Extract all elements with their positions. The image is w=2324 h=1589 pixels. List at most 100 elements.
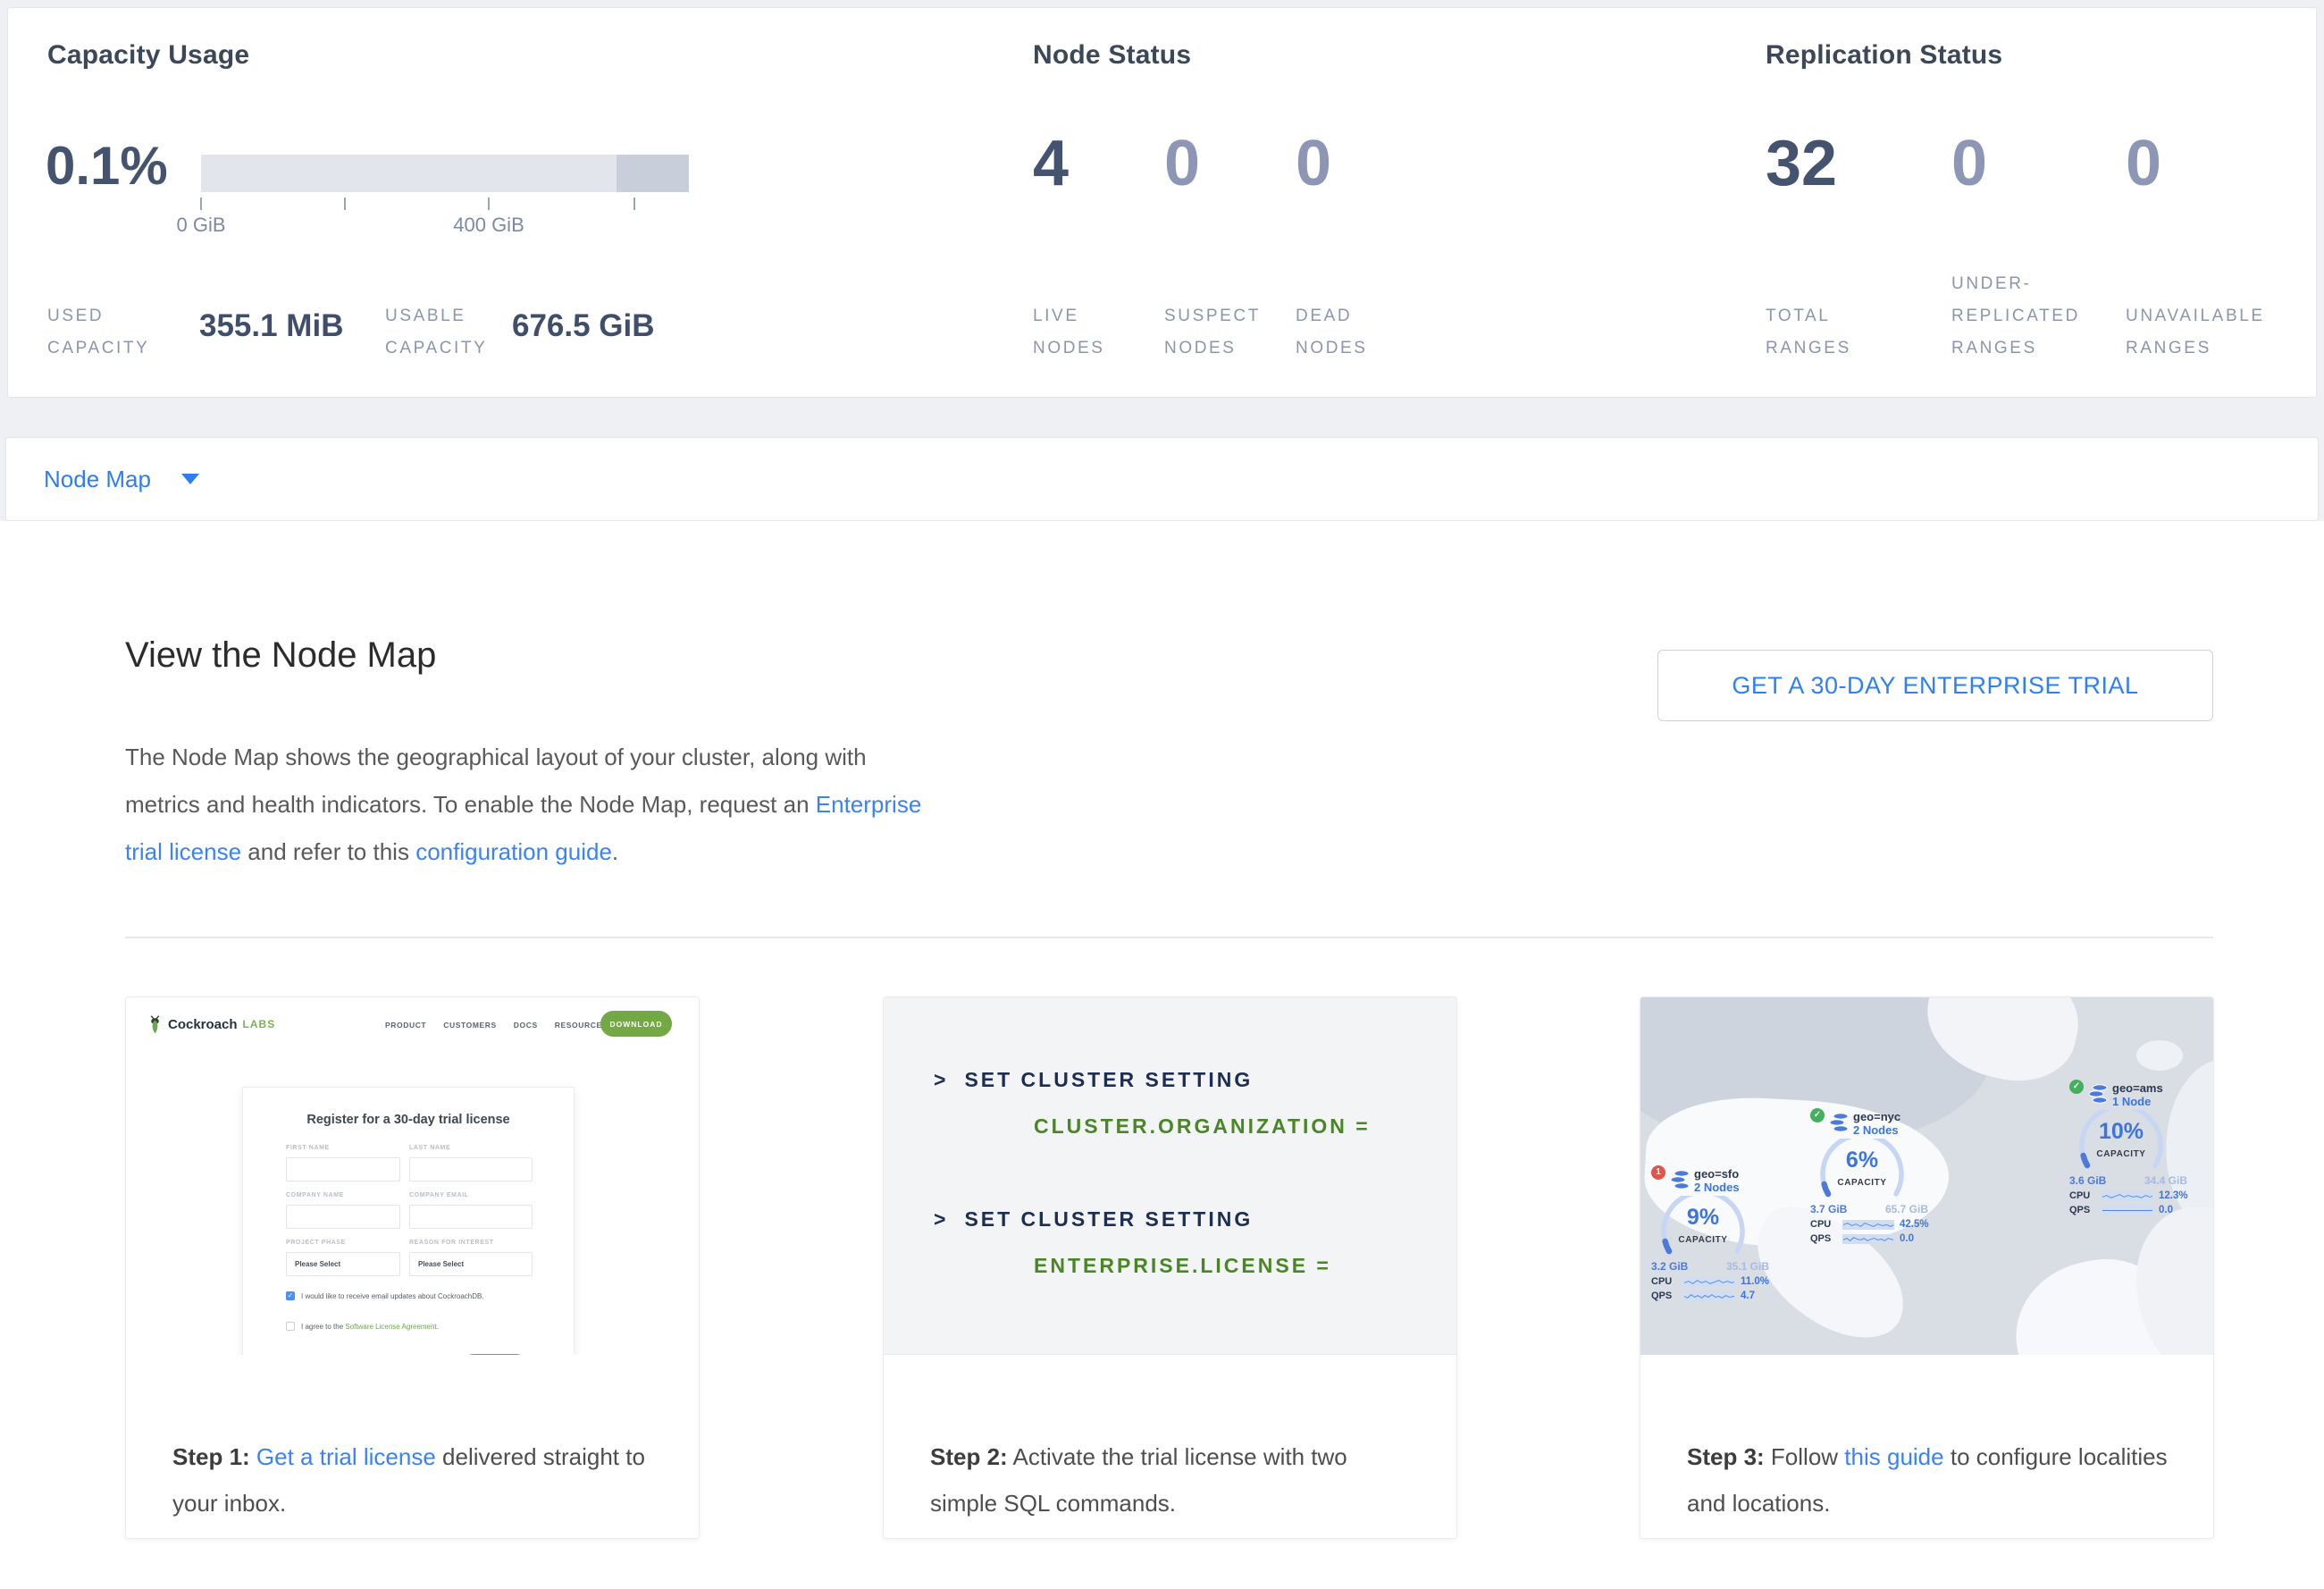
- node-count: 1 Node: [2112, 1095, 2163, 1108]
- node-map-placeholder-section: View the Node Map The Node Map shows the…: [0, 521, 2324, 1589]
- qps-label: QPS: [1810, 1233, 1837, 1244]
- capacity-percent: 0.1%: [46, 135, 168, 197]
- sql-command: SET CLUSTER SETTING: [964, 1068, 1253, 1091]
- suspect-nodes-label: SUSPECT NODES: [1164, 300, 1294, 365]
- total-ranges-count: 32: [1766, 131, 1837, 196]
- step3-text: Follow: [1771, 1443, 1838, 1470]
- email-updates-checkbox[interactable]: ✓: [286, 1291, 295, 1300]
- cpu-sparkline: [2102, 1191, 2153, 1201]
- axis-tick: [200, 198, 202, 210]
- reason-for-interest-select[interactable]: Please Select: [409, 1252, 533, 1276]
- download-button[interactable]: DOWNLOAD: [600, 1011, 672, 1037]
- project-phase-select[interactable]: Please Select: [286, 1252, 400, 1276]
- capacity-percent: 10%: [2076, 1119, 2166, 1145]
- under-replicated-ranges-label: UNDER-REPLICATED RANGES: [1951, 268, 2117, 365]
- step2-card: >SET CLUSTER SETTING CLUSTER.ORGANIZATIO…: [883, 996, 1457, 1539]
- configuration-guide-link[interactable]: configuration guide: [415, 838, 612, 865]
- cpu-label: CPU: [1810, 1219, 1837, 1230]
- node-map-view-dropdown[interactable]: Node Map: [44, 466, 151, 493]
- first-name-field[interactable]: [286, 1157, 400, 1181]
- email-updates-label: I would like to receive email updates ab…: [301, 1292, 484, 1300]
- company-name-field[interactable]: [286, 1205, 400, 1229]
- unavailable-ranges-count: 0: [2126, 131, 2161, 196]
- qps-value: 0.0: [1900, 1233, 1914, 1244]
- first-name-label: FIRST NAME: [286, 1145, 400, 1151]
- step2-caption: Step 2: Activate the trial license with …: [884, 1378, 1456, 1526]
- nav-item-docs[interactable]: DOCS: [514, 1021, 538, 1030]
- sql-prompt: >: [934, 1207, 948, 1231]
- cpu-label: CPU: [2069, 1190, 2096, 1201]
- section-divider: [125, 937, 2213, 938]
- cpu-value: 12.3%: [2159, 1190, 2188, 1201]
- step3-label: Step 3:: [1687, 1443, 1765, 1470]
- step1-label: Step 1:: [172, 1443, 250, 1470]
- step3-caption: Step 3: Follow this guide to configure l…: [1640, 1378, 2213, 1526]
- total-ranges-label: TOTAL RANGES: [1766, 300, 1909, 365]
- license-agreement-checkbox[interactable]: [286, 1322, 295, 1331]
- software-license-agreement-link[interactable]: Software License Agreement.: [345, 1323, 439, 1331]
- company-email-field[interactable]: [409, 1205, 533, 1229]
- logo-text: Cockroach: [168, 1017, 238, 1032]
- qps-value: 4.7: [1741, 1291, 1755, 1301]
- capacity-bar: [201, 155, 689, 192]
- intro-paragraph: The Node Map shows the geographical layo…: [125, 734, 947, 876]
- qps-sparkline: [2102, 1206, 2153, 1215]
- nav-item-customers[interactable]: CUSTOMERS: [443, 1021, 497, 1030]
- usable-capacity-value: 676.5 GiB: [512, 308, 655, 344]
- capacity-used: 3.6 GiB: [2069, 1174, 2106, 1187]
- trial-license-form: Register for a 30-day trial license FIRS…: [242, 1087, 575, 1355]
- qps-label: QPS: [1651, 1291, 1678, 1301]
- capacity-used: 3.2 GiB: [1651, 1260, 1688, 1273]
- sql-command: SET CLUSTER SETTING: [964, 1207, 1253, 1231]
- this-guide-link[interactable]: this guide: [1844, 1443, 1943, 1470]
- database-icon: [1829, 1112, 1849, 1133]
- step1-card: Cockroach LABS PRODUCT CUSTOMERS DOCS RE…: [125, 996, 700, 1539]
- suspect-nodes-count: 0: [1164, 131, 1200, 196]
- capacity-gauge: 10% CAPACITY: [2076, 1110, 2166, 1173]
- capacity-bar-nonusable-segment: [617, 155, 689, 192]
- capacity-gauge: 9% CAPACITY: [1658, 1196, 1748, 1258]
- map-marker-sfo[interactable]: 1 geo=sfo 2 Nodes: [1651, 1169, 1776, 1305]
- company-name-label: COMPANY NAME: [286, 1192, 400, 1198]
- map-marker-ams[interactable]: ✓ geo=ams 1 Node: [2069, 1083, 2194, 1219]
- used-capacity-label: USED CAPACITY: [47, 300, 190, 365]
- qps-label: QPS: [2069, 1205, 2096, 1215]
- axis-tick: [633, 198, 635, 210]
- last-name-field[interactable]: [409, 1157, 533, 1181]
- logo-suffix: LABS: [243, 1018, 276, 1030]
- axis-tick: [344, 198, 346, 210]
- cpu-value: 11.0%: [1741, 1276, 1769, 1287]
- used-capacity-value: 355.1 MiB: [199, 308, 343, 344]
- healthy-icon: ✓: [2069, 1080, 2084, 1094]
- sql-commands-preview: >SET CLUSTER SETTING CLUSTER.ORGANIZATIO…: [884, 997, 1456, 1355]
- step2-label: Step 2:: [930, 1443, 1008, 1470]
- last-name-label: LAST NAME: [409, 1145, 533, 1151]
- qps-value: 0.0: [2159, 1205, 2173, 1215]
- locality-name: geo=nyc: [1853, 1110, 1900, 1123]
- step3-card: 1 geo=sfo 2 Nodes: [1640, 996, 2214, 1539]
- capacity-percent: 6%: [1817, 1148, 1907, 1173]
- agreement-text: I agree to the: [301, 1323, 343, 1331]
- intro-text: The Node Map shows the geographical layo…: [125, 744, 867, 818]
- get-enterprise-trial-button[interactable]: GET A 30-DAY ENTERPRISE TRIAL: [1657, 650, 2213, 721]
- map-marker-nyc[interactable]: ✓ geo=nyc 2 Nodes: [1810, 1112, 1935, 1248]
- get-trial-license-link[interactable]: Get a trial license: [256, 1443, 436, 1470]
- unavailable-ranges-label: UNAVAILABLE RANGES: [2126, 300, 2313, 365]
- chevron-down-icon[interactable]: [181, 474, 199, 484]
- submit-button[interactable]: SUBMIT: [459, 1354, 531, 1355]
- healthy-icon: ✓: [1810, 1108, 1825, 1122]
- page-title: View the Node Map: [125, 635, 436, 676]
- cpu-sparkline: [1842, 1220, 1894, 1230]
- cpu-label: CPU: [1651, 1276, 1678, 1287]
- axis-tick-label: 400 GiB: [426, 214, 551, 237]
- database-icon: [2088, 1083, 2108, 1105]
- capacity-usage-title: Capacity Usage: [47, 40, 249, 71]
- trial-registration-preview: Cockroach LABS PRODUCT CUSTOMERS DOCS RE…: [126, 997, 699, 1355]
- form-title: Register for a 30-day trial license: [243, 1113, 574, 1127]
- capacity-total: 65.7 GiB: [1885, 1203, 1928, 1215]
- capacity-label: CAPACITY: [2076, 1149, 2166, 1159]
- intro-text: and refer to this: [248, 838, 409, 865]
- nav-item-product[interactable]: PRODUCT: [385, 1021, 426, 1030]
- company-email-label: COMPANY EMAIL: [409, 1192, 533, 1198]
- cluster-summary-panel: Capacity Usage 0.1% 0 GiB 400 GiB USED C…: [7, 7, 2317, 398]
